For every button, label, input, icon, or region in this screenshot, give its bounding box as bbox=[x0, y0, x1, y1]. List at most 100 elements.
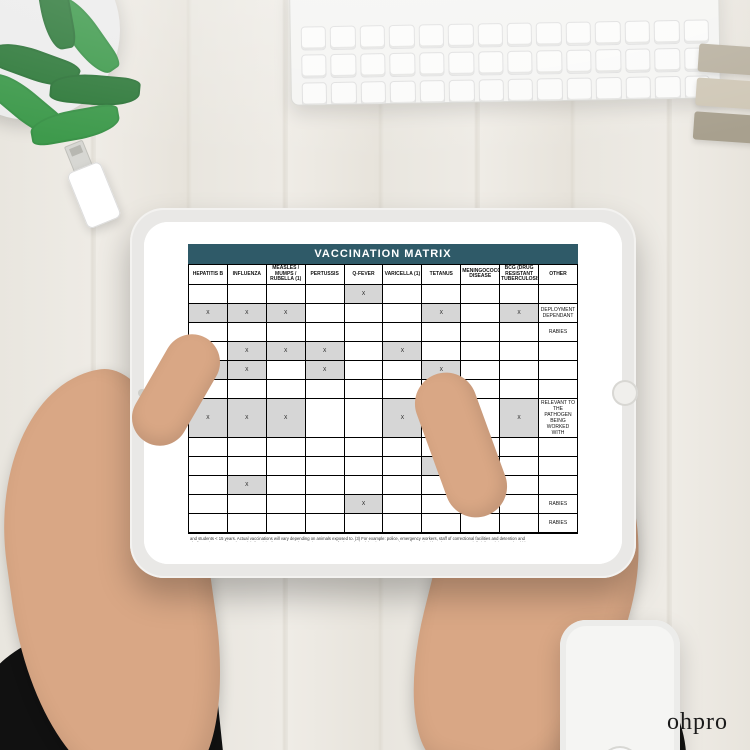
matrix-cell bbox=[500, 322, 539, 341]
matrix-cell bbox=[344, 398, 383, 437]
matrix-note-cell bbox=[539, 437, 578, 456]
matrix-cell bbox=[227, 284, 266, 303]
column-header: MEASLES / MUMPS / RUBELLA (1) bbox=[266, 265, 305, 285]
matrix-cell bbox=[305, 475, 344, 494]
matrix-note-cell: RABIES bbox=[539, 494, 578, 513]
table-row: X bbox=[189, 475, 578, 494]
footnote-line: cluding trainees and students. (5) If at… bbox=[190, 541, 576, 542]
matrix-note-cell: DEPLOYMENT DEPENDANT bbox=[539, 303, 578, 322]
table-row: XXXXXRELEVANT TO THE PATHOGEN BEING WORK… bbox=[189, 398, 578, 437]
matrix-cell bbox=[383, 456, 422, 475]
matrix-cell bbox=[305, 322, 344, 341]
matrix-cell bbox=[305, 513, 344, 532]
matrix-cell bbox=[383, 360, 422, 379]
matrix-cell: X bbox=[344, 494, 383, 513]
matrix-cell bbox=[500, 437, 539, 456]
matrix-cell bbox=[189, 513, 228, 532]
matrix-cell bbox=[383, 475, 422, 494]
matrix-cell bbox=[189, 475, 228, 494]
matrix-cell bbox=[461, 360, 500, 379]
table-row: RABIES bbox=[189, 513, 578, 532]
matrix-cell bbox=[422, 513, 461, 532]
matrix-note-cell bbox=[539, 284, 578, 303]
column-header: INFLUENZA bbox=[227, 265, 266, 285]
table-row: RABIES bbox=[189, 322, 578, 341]
tablet-screen[interactable]: VACCINATION MATRIX HEPATITIS BINFLUENZAM… bbox=[188, 244, 578, 542]
footnotes: and students < 15 years. Actual vaccinat… bbox=[188, 533, 578, 543]
matrix-cell bbox=[344, 456, 383, 475]
tablet-home-button[interactable] bbox=[612, 380, 638, 406]
table-row: XXXX bbox=[189, 341, 578, 360]
matrix-cell bbox=[500, 513, 539, 532]
matrix-cell: X bbox=[266, 341, 305, 360]
matrix-note-cell bbox=[539, 379, 578, 398]
matrix-cell: X bbox=[266, 303, 305, 322]
matrix-cell bbox=[266, 437, 305, 456]
matrix-cell bbox=[383, 284, 422, 303]
matrix-cell bbox=[227, 379, 266, 398]
column-header: MENINGOCOCCAL DISEASE bbox=[461, 265, 500, 285]
matrix-cell bbox=[344, 360, 383, 379]
document-title: VACCINATION MATRIX bbox=[188, 244, 578, 264]
matrix-cell bbox=[461, 303, 500, 322]
matrix-cell: X bbox=[383, 341, 422, 360]
matrix-cell bbox=[344, 475, 383, 494]
matrix-cell bbox=[189, 284, 228, 303]
matrix-cell bbox=[461, 322, 500, 341]
matrix-cell bbox=[422, 341, 461, 360]
column-header: OTHER bbox=[539, 265, 578, 285]
matrix-cell bbox=[266, 322, 305, 341]
matrix-cell bbox=[227, 494, 266, 513]
matrix-cell: X bbox=[422, 303, 461, 322]
plant-decoration bbox=[0, 0, 220, 160]
matrix-cell bbox=[227, 437, 266, 456]
column-header: BCG (DRUG RESISTANT TUBERCULOSIS) bbox=[500, 265, 539, 285]
column-header: TETANUS bbox=[422, 265, 461, 285]
matrix-cell bbox=[500, 379, 539, 398]
matrix-cell: X bbox=[344, 284, 383, 303]
matrix-cell bbox=[383, 494, 422, 513]
matrix-cell bbox=[344, 303, 383, 322]
matrix-cell bbox=[266, 494, 305, 513]
matrix-cell: X bbox=[305, 341, 344, 360]
matrix-cell bbox=[344, 322, 383, 341]
matrix-cell bbox=[305, 456, 344, 475]
matrix-cell: X bbox=[227, 398, 266, 437]
matrix-cell: X bbox=[227, 341, 266, 360]
matrix-cell bbox=[422, 284, 461, 303]
matrix-cell bbox=[383, 303, 422, 322]
matrix-cell bbox=[461, 284, 500, 303]
matrix-note-cell: RELEVANT TO THE PATHOGEN BEING WORKED WI… bbox=[539, 398, 578, 437]
matrix-cell: X bbox=[305, 360, 344, 379]
matrix-cell bbox=[305, 303, 344, 322]
phone-prop bbox=[560, 620, 680, 750]
matrix-note-cell: RABIES bbox=[539, 322, 578, 341]
matrix-cell: X bbox=[227, 360, 266, 379]
matrix-note-cell bbox=[539, 360, 578, 379]
matrix-cell bbox=[383, 437, 422, 456]
column-header: PERTUSSIS bbox=[305, 265, 344, 285]
matrix-note-cell: RABIES bbox=[539, 513, 578, 532]
matrix-cell bbox=[266, 379, 305, 398]
matrix-cell: X bbox=[266, 398, 305, 437]
matrix-cell bbox=[422, 322, 461, 341]
table-row: X RABIES bbox=[189, 494, 578, 513]
matrix-cell bbox=[189, 494, 228, 513]
table-row: XXXX bbox=[189, 360, 578, 379]
matrix-note-cell bbox=[539, 456, 578, 475]
table-row: X bbox=[189, 284, 578, 303]
column-header: VARICELLA (1) bbox=[383, 265, 422, 285]
vaccination-matrix-table: HEPATITIS BINFLUENZAMEASLES / MUMPS / RU… bbox=[188, 264, 578, 533]
matrix-note-cell bbox=[539, 475, 578, 494]
matrix-cell bbox=[383, 513, 422, 532]
matrix-cell bbox=[305, 398, 344, 437]
matrix-cell bbox=[344, 341, 383, 360]
matrix-cell: X bbox=[500, 398, 539, 437]
column-header: HEPATITIS B bbox=[189, 265, 228, 285]
matrix-cell bbox=[500, 284, 539, 303]
matrix-cell bbox=[189, 456, 228, 475]
matrix-cell bbox=[266, 513, 305, 532]
brand-watermark: ohpro bbox=[667, 709, 728, 736]
table-row: XXXXXDEPLOYMENT DEPENDANT bbox=[189, 303, 578, 322]
matrix-cell bbox=[305, 379, 344, 398]
